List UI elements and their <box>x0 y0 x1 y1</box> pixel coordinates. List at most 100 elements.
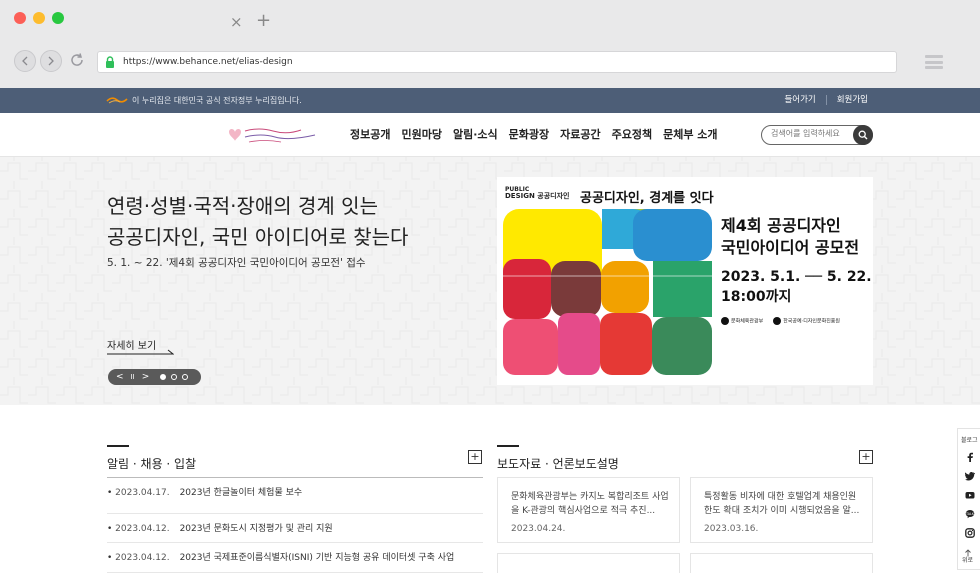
nav-item-archive[interactable]: 자료공간 <box>560 126 600 142</box>
browser-chrome: × + https://www.behance.net/elias-design <box>0 0 980 89</box>
forward-button[interactable] <box>40 50 62 72</box>
banner-date-line1: 2023. 5.1. ── 5. 22. <box>721 269 872 285</box>
notice-more-button[interactable]: + <box>468 450 482 464</box>
list-item[interactable]: • 2023.04.12. 2023년 국제표준이름식별자(ISNI) 기반 지능… <box>107 543 483 573</box>
notice-date: 2023.04.12. <box>115 524 170 534</box>
gov-banner: 이 누리집은 대한민국 공식 전자정부 누리집입니다. 들어가기 회원가입 <box>0 88 980 113</box>
hero-headline-line2: 공공디자인, 국민 아이디어로 찾는다 <box>107 225 409 249</box>
banner-title: 제4회 공공디자인 국민아이디어 공모전 <box>721 215 859 259</box>
site-logo[interactable] <box>225 124 321 146</box>
press-card-text: 문화체육관광부는 카지노 복합리조트 사업을 K-관광의 핵심사업으로 적극 추… <box>511 492 669 516</box>
section-accent-bar <box>107 445 129 447</box>
banner-title-line2: 국민아이디어 공모전 <box>721 238 860 257</box>
hero-headline-line1: 연령·성별·국적·장애의 경계 잇는 <box>107 194 378 218</box>
banner-tagline: 공공디자인, 경계를 잇다 <box>580 191 714 206</box>
back-icon <box>22 56 28 66</box>
banner-date: 2023. 5.1. ── 5. 22. 18:00까지 <box>721 267 872 307</box>
nav-item-civil[interactable]: 민원마당 <box>401 126 441 142</box>
notice-date: 2023.04.17. <box>115 488 170 498</box>
next-slide-button[interactable]: > <box>142 372 150 382</box>
address-bar[interactable]: https://www.behance.net/elias-design <box>97 51 897 73</box>
slide-dot-1[interactable] <box>160 374 167 380</box>
notice-list: • 2023.04.17. 2023년 한글놀이터 체험물 보수 • 2023.0… <box>107 484 483 573</box>
tab-close-button[interactable]: × <box>230 14 243 30</box>
close-window-button[interactable] <box>14 12 26 24</box>
kcdf-logo-icon <box>773 317 782 325</box>
hero-headline: 연령·성별·국적·장애의 경계 잇는 공공디자인, 국민 아이디어로 찾는다 <box>107 191 408 253</box>
egov-logo-icon <box>106 97 128 104</box>
lock-icon <box>106 56 114 68</box>
banner-brand-line2: DESIGN 공공디자인 <box>505 192 570 200</box>
gov-notice-text: 이 누리집은 대한민국 공식 전자정부 누리집입니다. <box>132 96 302 105</box>
back-to-top-button[interactable]: 위로 <box>962 549 973 565</box>
divider <box>107 477 483 478</box>
notice-date: 2023.04.12. <box>115 553 170 563</box>
back-button[interactable] <box>14 50 36 72</box>
pause-button[interactable]: II <box>131 373 135 381</box>
banner-artwork <box>503 209 712 375</box>
twitter-icon[interactable] <box>965 471 975 481</box>
forward-icon <box>48 56 54 66</box>
press-section-title: 보도자료 · 언론보도설명 <box>497 457 619 471</box>
slide-dot-2[interactable] <box>171 374 178 380</box>
search-box <box>761 125 873 145</box>
notice-section-header: 알림 · 채용 · 입찰 <box>107 445 196 472</box>
main-nav: 정보공개 민원마당 알림·소식 문화광장 자료공간 주요정책 문체부 소개 <box>350 126 718 142</box>
nav-item-policy[interactable]: 주요정책 <box>612 126 652 142</box>
reload-button[interactable] <box>69 52 85 72</box>
nav-item-news[interactable]: 알림·소식 <box>453 126 498 142</box>
banner-brand: PUBLIC DESIGN 공공디자인 <box>505 187 570 200</box>
hero-section: 연령·성별·국적·장애의 경계 잇는 공공디자인, 국민 아이디어로 찾는다 5… <box>0 157 980 405</box>
back-to-top-label: 위로 <box>962 557 974 564</box>
slide-dot-3[interactable] <box>182 374 189 380</box>
press-card[interactable]: 문화체육관광부는 카지노 복합리조트 사업을 K-관광의 핵심사업으로 적극 추… <box>497 477 680 543</box>
search-input[interactable] <box>771 129 851 138</box>
hero-subtitle: 5. 1. ~ 22. '제4회 공공디자인 국민아이디어 공모전' 접수 <box>107 257 366 269</box>
list-item[interactable]: • 2023.04.17. 2023년 한글놀이터 체험물 보수 <box>107 484 483 514</box>
press-more-button[interactable]: + <box>859 450 873 464</box>
banner-title-line1: 제4회 공공디자인 <box>721 216 841 235</box>
hero-banner[interactable]: PUBLIC DESIGN 공공디자인 공공디자인, 경계를 잇다 제4회 공공… <box>497 177 873 385</box>
divider <box>825 95 827 105</box>
banner-date-line2: 18:00까지 <box>721 289 792 305</box>
arrow-up-icon <box>964 549 971 557</box>
browser-menu-button[interactable] <box>925 55 943 69</box>
prev-slide-button[interactable]: < <box>116 372 124 382</box>
org-mcst: 문화체육관광부 <box>731 318 764 325</box>
press-card[interactable]: 특정활동 비자에 대한 호텔업계 채용인원 한도 확대 조치가 이미 시행되었음… <box>690 477 873 543</box>
maximize-window-button[interactable] <box>52 12 64 24</box>
reload-icon <box>71 53 83 66</box>
press-card-date: 2023.04.24. <box>511 524 566 534</box>
banner-orgs: 문화체육관광부 한국공예·디자인문화진흥원 <box>721 317 840 325</box>
list-item[interactable]: • 2023.04.12. 2023년 문화도시 지정평가 및 관리 지원 <box>107 514 483 543</box>
notice-title: 2023년 한글놀이터 체험물 보수 <box>179 488 303 498</box>
press-section-header: 보도자료 · 언론보도설명 <box>497 445 619 472</box>
youtube-icon[interactable] <box>965 490 975 500</box>
blog-link[interactable]: 블로그 <box>961 435 978 444</box>
notice-title: 2023년 국제표준이름식별자(ISNI) 기반 지능형 공유 데이터셋 구축 … <box>179 553 455 563</box>
nav-item-culture[interactable]: 문화광장 <box>509 126 549 142</box>
url-text: https://www.behance.net/elias-design <box>123 57 293 67</box>
join-link[interactable]: 회원가입 <box>837 95 868 106</box>
press-card-date: 2023.03.16. <box>704 524 759 534</box>
site-header: 정보공개 민원마당 알림·소식 문화광장 자료공간 주요정책 문체부 소개 <box>0 113 980 157</box>
nav-item-about[interactable]: 문체부 소개 <box>663 126 717 142</box>
instagram-icon[interactable] <box>965 528 975 538</box>
search-icon <box>858 130 868 140</box>
menu-icon <box>925 55 943 58</box>
notice-section-title: 알림 · 채용 · 입찰 <box>107 457 197 471</box>
press-card-text: 특정활동 비자에 대한 호텔업계 채용인원 한도 확대 조치가 이미 시행되었음… <box>704 492 860 516</box>
notice-title: 2023년 문화도시 지정평가 및 관리 지원 <box>179 524 333 534</box>
facebook-icon[interactable] <box>965 452 975 462</box>
org-kcdf: 한국공예·디자인문화진흥원 <box>783 318 840 325</box>
section-accent-bar <box>497 445 519 447</box>
press-card[interactable] <box>497 553 680 573</box>
nav-item-info[interactable]: 정보공개 <box>350 126 390 142</box>
kakao-icon[interactable]: TALK <box>965 509 975 519</box>
new-tab-button[interactable]: + <box>256 12 271 30</box>
press-card[interactable] <box>690 553 873 573</box>
minimize-window-button[interactable] <box>33 12 45 24</box>
search-button[interactable] <box>853 125 873 145</box>
quick-sns-bar: 블로그 TALK 위로 <box>957 428 980 570</box>
login-link[interactable]: 들어가기 <box>784 95 815 106</box>
